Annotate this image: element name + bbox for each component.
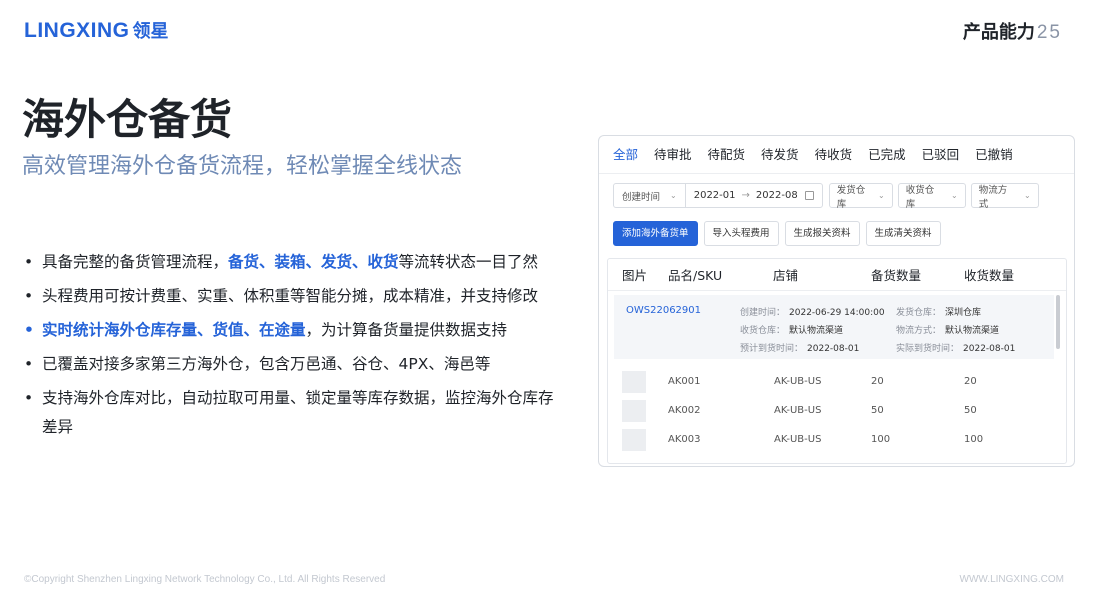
column-header: 品名/SKU (668, 268, 723, 283)
date-start: 2022-01 (693, 190, 736, 201)
table-body: AK001 AK-UB-US 20 20 AK002 AK-UB-US 50 5… (608, 367, 1066, 454)
tab-pending-allocation[interactable]: 待配货 (708, 136, 746, 174)
logo-text-cn: 领星 (132, 21, 169, 42)
filter-bar: 创建时间 ⌄ 2022-01 → 2022-08 发货仓库 ⌄ 收货仓库 ⌄ 物流方式… (599, 174, 1074, 210)
chevron-down-icon: ⌄ (1024, 191, 1031, 200)
order-ata: 实际到货时间： 2022-08-01 (896, 344, 1016, 354)
cell-sku: AK003 (668, 434, 701, 445)
add-stock-order-button[interactable]: 添加海外备货单 (613, 221, 698, 246)
tab-pending-approval[interactable]: 待审批 (654, 136, 692, 174)
feature-item: 头程费用可按计费重、实重、体积重等智能分摊，成本精准，并支持修改 (24, 282, 554, 311)
arrow-right-icon: → (741, 190, 750, 201)
cell-recv-qty: 50 (964, 405, 977, 416)
feature-item: 具备完整的备货管理流程，备货、装箱、发货、收货等流转状态一目了然 (24, 248, 554, 277)
tab-all[interactable]: 全部 (613, 136, 638, 174)
cell-stock-qty: 20 (871, 376, 884, 387)
column-header: 备货数量 (871, 268, 922, 283)
chevron-down-icon: ⌄ (670, 191, 677, 200)
order-ship-warehouse: 发货仓库： 深圳仓库 (896, 308, 982, 318)
action-bar: 添加海外备货单 导入头程费用 生成报关资料 生成清关资料 (599, 208, 1074, 246)
feature-item-highlight: 实时统计海外仓库存量、货值、在途量，为计算备货量提供数据支持 (24, 316, 554, 345)
feature-list: 具备完整的备货管理流程，备货、装箱、发货、收货等流转状态一目了然 头程费用可按计… (24, 248, 554, 447)
cell-recv-qty: 20 (964, 376, 977, 387)
website-text: WWW.LINGXING.COM (959, 574, 1064, 585)
table-scrollbar[interactable] (1056, 295, 1060, 349)
cell-stock-qty: 50 (871, 405, 884, 416)
logistics-select[interactable]: 物流方式 ⌄ (970, 183, 1039, 210)
product-image (622, 399, 646, 422)
order-table: 图片 品名/SKU 店铺 备货数量 收货数量 OWS22062901 创建时间：… (607, 258, 1067, 464)
order-created: 创建时间： 2022-06-29 14:00:00 (740, 308, 885, 318)
order-recv-warehouse: 收货仓库： 默认物流渠道 (740, 326, 844, 336)
table-header: 图片 品名/SKU 店铺 备货数量 收货数量 (608, 259, 1066, 291)
tab-rejected[interactable]: 已驳回 (922, 136, 960, 174)
tab-revoked[interactable]: 已撤销 (975, 136, 1013, 174)
copyright-text: ©Copyright Shenzhen Lingxing Network Tec… (24, 574, 386, 585)
chevron-down-icon: ⌄ (878, 191, 885, 200)
order-logistics: 物流方式： 默认物流渠道 (896, 326, 1000, 336)
import-freight-button[interactable]: 导入头程费用 (703, 221, 779, 246)
product-image (622, 370, 646, 393)
calendar-icon (804, 191, 814, 200)
date-type-select[interactable]: 创建时间 ⌄ (614, 184, 686, 207)
feature-item: 已覆盖对接多家第三方海外仓，包含万邑通、谷仓、4PX、海邑等 (24, 350, 554, 379)
page-number: 25 (1036, 22, 1062, 43)
page-subtitle: 高效管理海外仓备货流程，轻松掌握全线状态 (22, 154, 463, 179)
receive-warehouse-select[interactable]: 收货仓库 ⌄ (897, 183, 966, 210)
generate-export-docs-button[interactable]: 生成报关资料 (784, 221, 860, 246)
page-title: 海外仓备货 (22, 95, 233, 144)
tab-pending-receipt[interactable]: 待收货 (815, 136, 853, 174)
date-end: 2022-08 (755, 190, 798, 201)
date-range-values[interactable]: 2022-01 → 2022-08 (686, 190, 822, 201)
logo-text-en: LINGXING (24, 19, 130, 42)
section-title: 产品能力 (962, 22, 1035, 43)
order-id-link[interactable]: OWS22062901 (626, 305, 701, 316)
cell-shop: AK-UB-US (774, 376, 822, 387)
cell-shop: AK-UB-US (774, 434, 822, 445)
cell-shop: AK-UB-US (774, 405, 822, 416)
column-header: 收货数量 (964, 268, 1015, 283)
table-row[interactable]: AK001 AK-UB-US 20 20 (608, 367, 1066, 396)
tab-completed[interactable]: 已完成 (868, 136, 906, 174)
order-eta: 预计到货时间： 2022-08-01 (740, 344, 860, 354)
cell-sku: AK002 (668, 405, 701, 416)
tab-pending-shipment[interactable]: 待发货 (761, 136, 799, 174)
status-tabs: 全部 待审批 待配货 待发货 待收货 已完成 已驳回 已撤销 (599, 136, 1074, 174)
logo: LINGXING 领星 (24, 17, 169, 43)
feature-item: 支持海外仓库对比，自动拉取可用量、锁定量等库存数据，监控海外仓库存差异 (24, 384, 554, 442)
cell-sku: AK001 (668, 376, 701, 387)
chevron-down-icon: ⌄ (951, 191, 958, 200)
section-header: 产品能力 25 (963, 18, 1062, 44)
column-header: 图片 (622, 268, 648, 283)
product-image (622, 428, 646, 451)
cell-recv-qty: 100 (964, 434, 984, 445)
table-row[interactable]: AK002 AK-UB-US 50 50 (608, 396, 1066, 425)
date-range-filter[interactable]: 创建时间 ⌄ 2022-01 → 2022-08 (613, 183, 823, 208)
cell-stock-qty: 100 (871, 434, 891, 445)
generate-customs-docs-button[interactable]: 生成清关资料 (865, 221, 941, 246)
column-header: 店铺 (773, 268, 799, 283)
table-row[interactable]: AK003 AK-UB-US 100 100 (608, 425, 1066, 454)
ship-warehouse-select[interactable]: 发货仓库 ⌄ (828, 183, 893, 210)
stock-order-panel: 全部 待审批 待配货 待发货 待收货 已完成 已驳回 已撤销 创建时间 ⌄ 202… (598, 135, 1075, 467)
order-summary: OWS22062901 创建时间： 2022-06-29 14:00:00 发货仓… (614, 295, 1054, 359)
